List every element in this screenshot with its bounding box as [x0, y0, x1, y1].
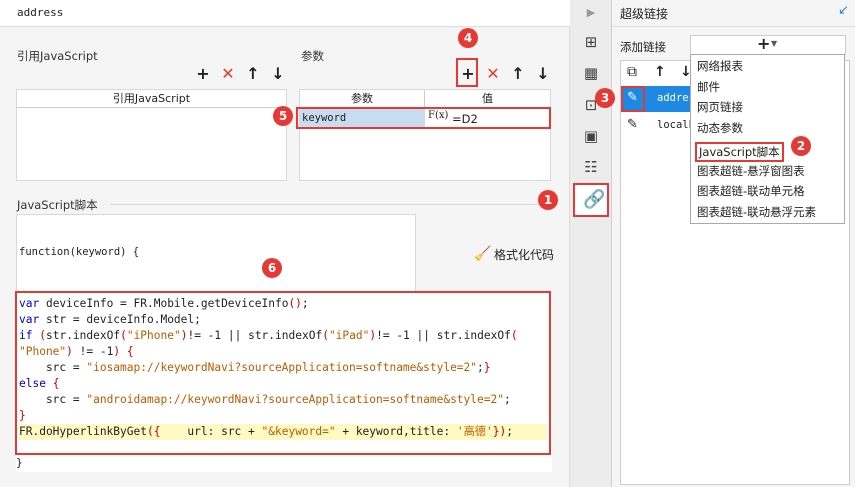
copy-icon[interactable]: ⧉ — [627, 64, 637, 80]
delete-param-icon[interactable]: ✕ — [485, 66, 501, 82]
marker-box-5 — [296, 107, 551, 129]
script-label: JavaScript脚本 — [17, 198, 98, 212]
add-link-dropdown[interactable]: + ▼ — [690, 34, 846, 55]
step-marker-5: 5 — [273, 106, 293, 126]
menu-item[interactable]: 邮件 — [697, 79, 720, 95]
step-marker-1: 1 — [538, 190, 558, 210]
cell-element-icon[interactable]: ⊞ — [581, 32, 601, 52]
param-column-header: 参数 — [300, 90, 425, 108]
ref-js-table: 引用JavaScript — [16, 89, 287, 181]
menu-item[interactable]: 图表超链-联动单元格 — [697, 183, 805, 199]
divider — [110, 204, 555, 205]
ref-js-column-header: 引用JavaScript — [17, 90, 286, 108]
link-icon: 🔗 — [583, 189, 606, 210]
value-column-header: 值 — [425, 90, 550, 108]
expand-arrow-icon[interactable]: ▶ — [581, 3, 601, 23]
broom-icon[interactable]: 🧹 — [474, 246, 491, 262]
hyperlink-tab[interactable]: 🔗 — [573, 183, 609, 217]
menu-item[interactable]: 网络报表 — [697, 58, 743, 74]
params-table: 参数 值 keyword F(x) =D2 — [299, 89, 551, 181]
address-bar: address — [0, 0, 570, 27]
delete-icon[interactable]: ✕ — [220, 66, 236, 82]
ref-js-label: 引用JavaScript — [17, 49, 98, 63]
panel-title: 超级链接 — [620, 7, 669, 21]
format-code-button[interactable]: 格式化代码 — [494, 246, 554, 263]
marker-box-6 — [15, 291, 551, 455]
menu-item[interactable]: 网页链接 — [697, 99, 743, 115]
divider — [612, 26, 855, 27]
function-header: function(keyword) { — [19, 246, 140, 258]
function-footer: } — [16, 456, 23, 469]
menu-item-javascript[interactable]: JavaScript脚本 — [695, 142, 784, 162]
edit-icon-box[interactable]: ✎ — [621, 86, 645, 112]
move-param-up-icon[interactable]: ↑ — [510, 66, 526, 82]
script-header-area: function(keyword) { — [16, 214, 416, 292]
move-up-icon[interactable]: ↑ — [654, 64, 666, 80]
menu-item[interactable]: 图表超链-悬浮窗图表 — [697, 163, 805, 179]
menu-item[interactable]: 图表超链-联动悬浮元素 — [697, 204, 816, 220]
cell-attribute-icon[interactable]: ▦ — [581, 63, 601, 83]
address-text: address — [17, 6, 64, 19]
menu-item[interactable]: 动态参数 — [697, 120, 743, 136]
pencil-icon[interactable]: ✎ — [627, 117, 638, 132]
move-down-icon[interactable]: ↓ — [270, 66, 286, 82]
step-marker-3: 3 — [595, 88, 615, 108]
chevron-down-icon: ▼ — [771, 39, 778, 48]
marker-box-4 — [456, 58, 478, 87]
pencil-icon: ✎ — [627, 90, 638, 105]
params-label: 参数 — [301, 49, 324, 63]
step-marker-4: 4 — [458, 28, 478, 48]
add-link-menu: 网络报表 邮件 网页链接 动态参数 JavaScript脚本 图表超链-悬浮窗图… — [690, 54, 845, 224]
widget-settings-icon[interactable]: ▣ — [581, 126, 601, 146]
add-link-label: 添加链接 — [620, 40, 666, 54]
step-marker-6: 6 — [262, 258, 282, 278]
add-icon: + — [757, 34, 771, 53]
step-marker-2: 2 — [791, 136, 811, 156]
add-icon[interactable]: + — [195, 66, 211, 82]
collapse-icon[interactable]: ↙ — [838, 3, 849, 18]
side-toolbar: ▶ ⊞ ▦ ⊡ ▣ ☷ 🔗 — [570, 0, 612, 487]
hyperlink-editor-main: address 引用JavaScript + ✕ ↑ ↓ 引用JavaScrip… — [0, 0, 570, 487]
move-up-icon[interactable]: ↑ — [245, 66, 261, 82]
move-param-down-icon[interactable]: ↓ — [535, 66, 551, 82]
condition-attribute-icon[interactable]: ☷ — [581, 157, 601, 177]
